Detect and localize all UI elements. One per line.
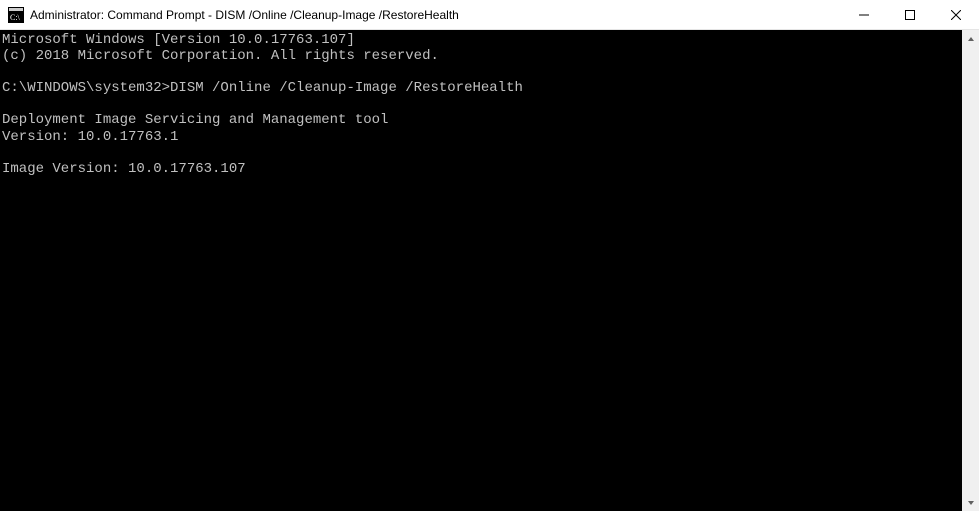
minimize-button[interactable] bbox=[841, 0, 887, 29]
terminal-line bbox=[2, 177, 962, 193]
cmd-icon: C:\ bbox=[8, 7, 24, 23]
window-title: Administrator: Command Prompt - DISM /On… bbox=[30, 8, 841, 22]
close-button[interactable] bbox=[933, 0, 979, 29]
scroll-up-button[interactable] bbox=[962, 30, 979, 47]
svg-text:C:\: C:\ bbox=[10, 13, 21, 22]
scroll-down-button[interactable] bbox=[962, 494, 979, 511]
terminal-line: C:\WINDOWS\system32>DISM /Online /Cleanu… bbox=[2, 80, 962, 96]
window-controls bbox=[841, 0, 979, 29]
terminal-container: Microsoft Windows [Version 10.0.17763.10… bbox=[0, 30, 979, 511]
window-titlebar: C:\ Administrator: Command Prompt - DISM… bbox=[0, 0, 979, 30]
terminal-line bbox=[2, 64, 962, 80]
terminal-line: Version: 10.0.17763.1 bbox=[2, 129, 962, 145]
terminal-line bbox=[2, 96, 962, 112]
terminal-output[interactable]: Microsoft Windows [Version 10.0.17763.10… bbox=[0, 30, 962, 511]
terminal-line: Image Version: 10.0.17763.107 bbox=[2, 161, 962, 177]
scrollbar-track[interactable] bbox=[962, 47, 979, 494]
maximize-button[interactable] bbox=[887, 0, 933, 29]
terminal-line: Microsoft Windows [Version 10.0.17763.10… bbox=[2, 32, 962, 48]
terminal-line bbox=[2, 145, 962, 161]
vertical-scrollbar[interactable] bbox=[962, 30, 979, 511]
terminal-line: Deployment Image Servicing and Managemen… bbox=[2, 112, 962, 128]
terminal-line: (c) 2018 Microsoft Corporation. All righ… bbox=[2, 48, 962, 64]
